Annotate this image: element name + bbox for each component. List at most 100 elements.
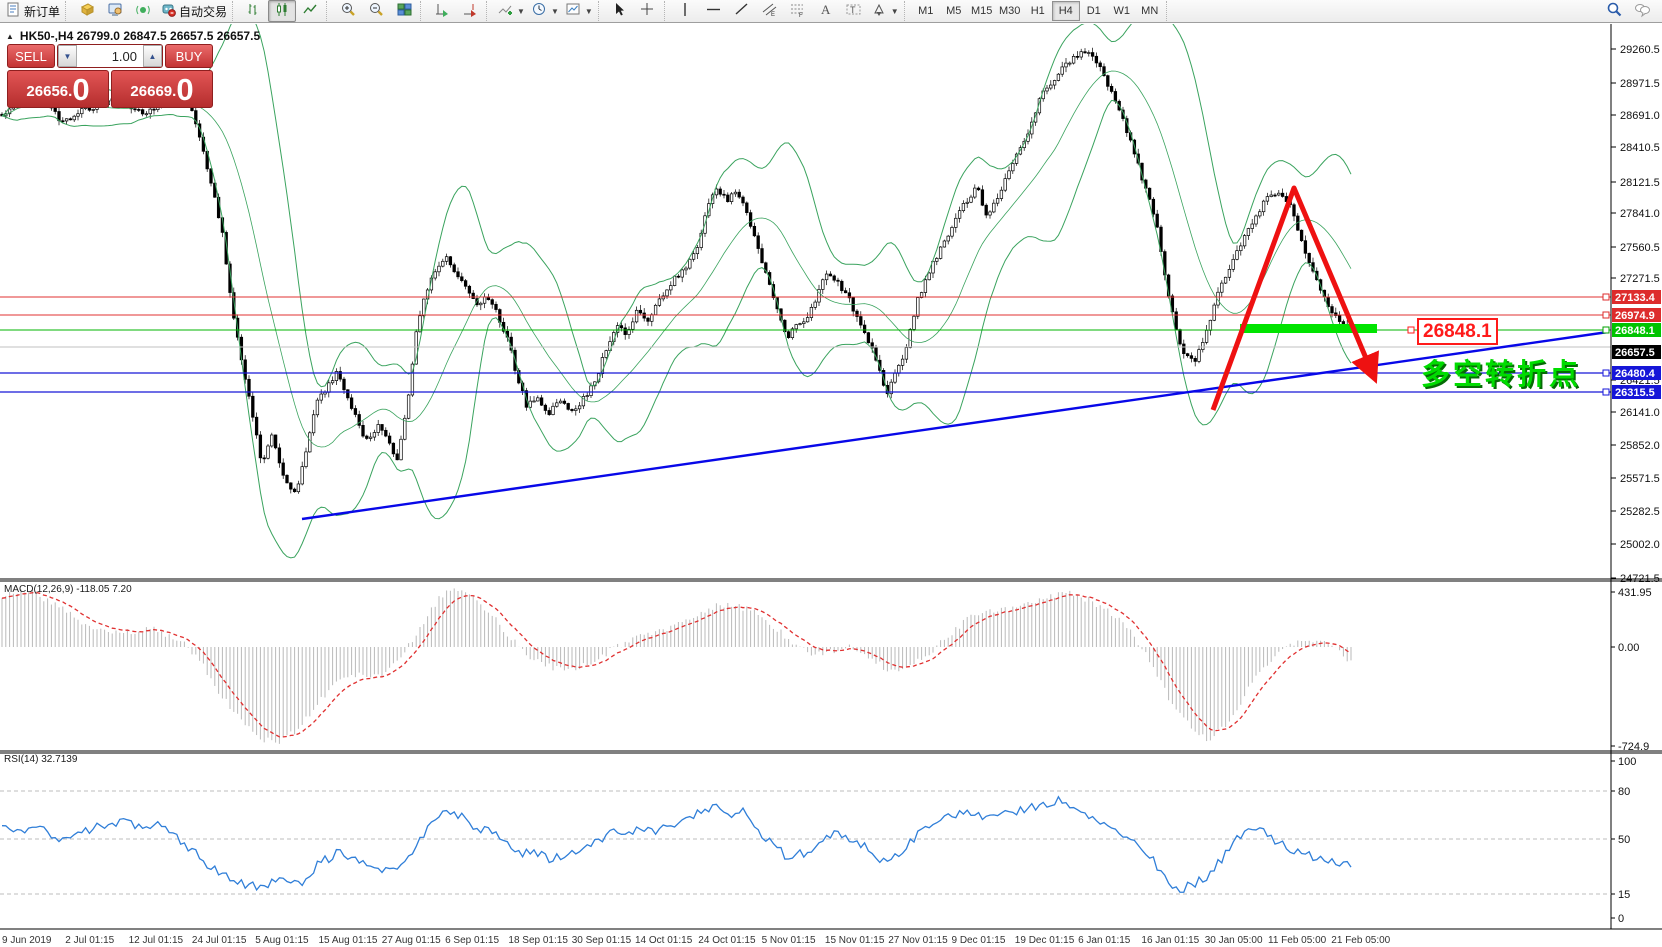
price-tick-label: 25571.5 (1620, 473, 1660, 485)
chart-area[interactable]: 29260.528971.528691.028410.528121.527841… (0, 24, 1662, 947)
arrows-icon (871, 1, 888, 21)
arrows-button[interactable]: ▼ (868, 0, 902, 22)
timeframe-d1-button[interactable]: D1 (1080, 1, 1108, 21)
date-tick-label: 30 Sep 01:15 (572, 935, 632, 946)
timeframe-h1-button[interactable]: H1 (1024, 1, 1052, 21)
date-tick-label: 19 Dec 01:15 (1015, 935, 1075, 946)
toolbar-separator (486, 1, 492, 21)
trendline-button[interactable] (728, 0, 756, 22)
date-tick-label: 9 Dec 01:15 (952, 935, 1006, 946)
vline-button[interactable] (672, 0, 700, 22)
price-marker-label: 26848.1 (1615, 325, 1655, 337)
sell-button[interactable]: SELL (7, 44, 55, 68)
timeframe-w1-button[interactable]: W1 (1108, 1, 1136, 21)
channel-icon: E (761, 1, 778, 21)
cursor-icon (611, 1, 628, 21)
crosshair-button[interactable] (634, 0, 662, 22)
chart-title-text: HK50-,H4 26799.0 26847.5 26657.5 26657.5 (20, 29, 260, 43)
timeframe-mn-button[interactable]: MN (1136, 1, 1164, 21)
chart-shift-icon (462, 1, 479, 21)
toolbar-separator (598, 1, 604, 21)
periods-button[interactable]: ▼ (528, 0, 562, 22)
chart-expand-icon[interactable]: ▲ (6, 32, 14, 41)
line-handle[interactable] (1603, 312, 1609, 318)
templates-icon (565, 1, 582, 21)
crosshair-icon (639, 1, 656, 21)
date-tick-label: 14 Oct 01:15 (635, 935, 693, 946)
line-handle[interactable] (1603, 327, 1609, 333)
tile-windows-button[interactable] (390, 0, 418, 22)
date-tick-label: 18 Sep 01:15 (508, 935, 568, 946)
timeframe-m15-button[interactable]: M15 (968, 1, 996, 21)
market-watch-button[interactable] (73, 0, 101, 22)
channel-button[interactable]: E (756, 0, 784, 22)
templates-button[interactable]: ▼ (562, 0, 596, 22)
price-tick-label: 25002.0 (1620, 539, 1660, 551)
date-tick-label: 5 Nov 01:15 (762, 935, 816, 946)
text-label-icon: T (845, 1, 862, 21)
date-tick-label: 12 Jul 01:15 (129, 935, 184, 946)
price-marker-label: 26974.9 (1615, 310, 1655, 322)
macd-axis-label: 431.95 (1618, 587, 1652, 599)
volume-decrease-button[interactable]: ▼ (58, 45, 77, 67)
sell-price-button[interactable]: 26656.0 (7, 70, 109, 108)
price-marker-label: 26480.4 (1615, 368, 1656, 380)
indicators-button[interactable]: ▼ (494, 0, 528, 22)
dropdown-arrow-icon: ▼ (891, 7, 899, 16)
rsi-axis-label: 0 (1618, 913, 1624, 925)
bar-chart-icon (246, 1, 263, 21)
new-order-icon (5, 1, 22, 21)
line-chart-button[interactable] (296, 0, 324, 22)
turning-point-annotation[interactable]: 多空转折点 (1421, 351, 1581, 393)
cursor-button[interactable] (606, 0, 634, 22)
volume-spinner: ▼ 1.00 ▲ (57, 44, 163, 68)
price-tick-label: 29260.5 (1620, 44, 1660, 56)
ascending-trendline[interactable] (302, 332, 1608, 519)
fibonacci-button[interactable]: F (784, 0, 812, 22)
line-handle[interactable] (1603, 294, 1609, 300)
callout-anchor-handle[interactable] (1408, 327, 1414, 333)
toolbar-separator (1166, 1, 1172, 21)
auto-scroll-button[interactable] (428, 0, 456, 22)
date-tick-label: 11 Feb 05:00 (1268, 935, 1327, 946)
signals-button[interactable] (129, 0, 157, 22)
volume-input[interactable]: 1.00 (77, 45, 143, 67)
toolbar-separator (420, 1, 426, 21)
new-order-button[interactable]: 新订单 (2, 0, 63, 22)
macd-axis-label: 0.00 (1618, 642, 1639, 654)
candle-chart-button[interactable] (268, 0, 296, 22)
terminal-button[interactable] (101, 0, 129, 22)
line-handle[interactable] (1603, 370, 1609, 376)
dropdown-arrow-icon: ▼ (517, 7, 525, 16)
svg-text:E: E (771, 12, 775, 18)
price-tick-label: 27271.5 (1620, 273, 1660, 285)
text-button[interactable]: A (812, 0, 840, 22)
bar-chart-button[interactable] (240, 0, 268, 22)
hline-button[interactable] (700, 0, 728, 22)
rsi-pane (0, 791, 1611, 894)
bid-price: 26656. (26, 79, 72, 105)
volume-increase-button[interactable]: ▲ (143, 45, 162, 67)
macd-pane (2, 588, 1351, 743)
timeframe-m5-button[interactable]: M5 (940, 1, 968, 21)
rsi-indicator-label: RSI(14) 32.7139 (4, 754, 77, 765)
price-marker-label: 27133.4 (1615, 292, 1656, 304)
chart-canvas: 29260.528971.528691.028410.528121.527841… (0, 24, 1662, 947)
line-handle[interactable] (1603, 389, 1609, 395)
community-button[interactable] (1628, 0, 1656, 22)
text-label-button[interactable]: T (840, 0, 868, 22)
search-button[interactable] (1600, 0, 1628, 22)
timeframe-m1-button[interactable]: M1 (912, 1, 940, 21)
vline-icon (677, 1, 694, 21)
timeframe-m30-button[interactable]: M30 (996, 1, 1024, 21)
buy-button[interactable]: BUY (165, 44, 213, 68)
market-watch-icon (79, 1, 96, 21)
zoom-in-button[interactable] (334, 0, 362, 22)
buy-price-button[interactable]: 26669.0 (111, 70, 213, 108)
ask-price-big-digit: 0 (176, 74, 193, 105)
timeframe-h4-button[interactable]: H4 (1052, 1, 1080, 21)
chart-shift-button[interactable] (456, 0, 484, 22)
zoom-out-button[interactable] (362, 0, 390, 22)
price-level-callout[interactable]: 26848.1 (1417, 318, 1498, 345)
autotrading-button[interactable]: 自动交易 (157, 0, 230, 22)
